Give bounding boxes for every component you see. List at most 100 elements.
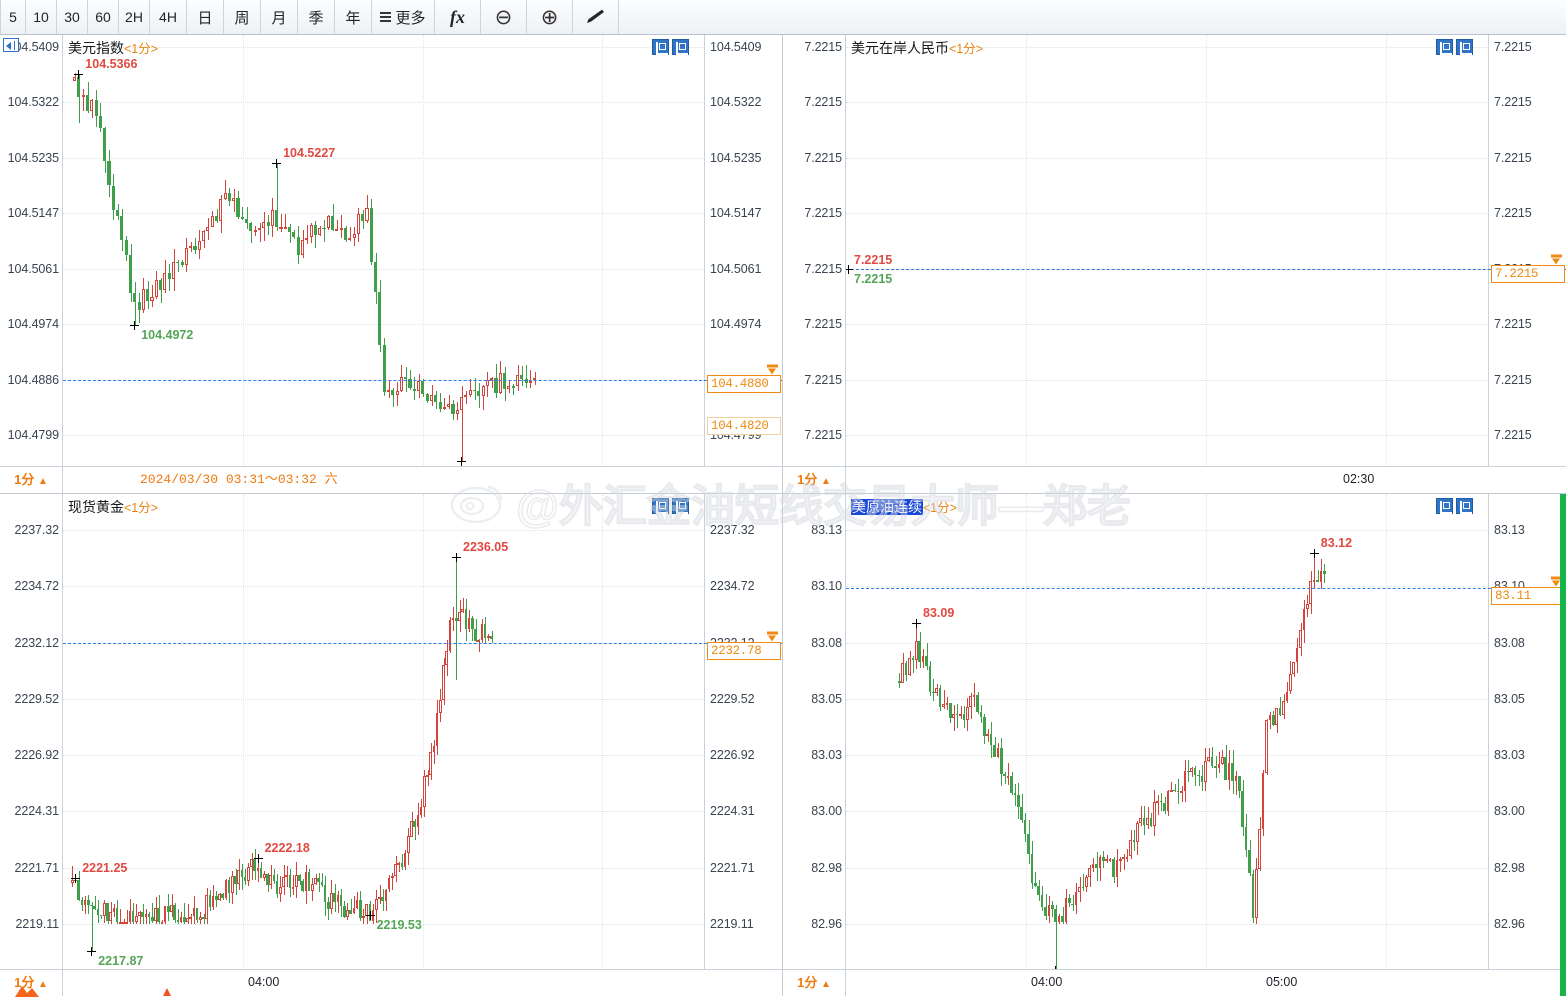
candle-body: [1017, 795, 1020, 808]
timeframe-30[interactable]: 30: [57, 0, 88, 34]
indicator-tool-icon[interactable]: [1456, 498, 1473, 514]
timeframe-quarter[interactable]: 季: [298, 0, 335, 34]
main-toolbar[interactable]: 5 10 30 60 2H 4H 日 周 月 季 年 更多 fx ⊖ ⊕: [0, 0, 1566, 35]
measure-tool-icon[interactable]: [1436, 498, 1453, 514]
candle-body: [176, 261, 180, 263]
candle-body: [362, 915, 365, 919]
candle-body: [952, 714, 955, 718]
candle-body: [98, 115, 102, 129]
grid-column: [242, 494, 244, 996]
candle-body: [170, 904, 173, 913]
candle-body: [1312, 579, 1316, 582]
candle-body: [375, 899, 378, 911]
candle-wick: [953, 704, 955, 731]
price-axis-right-usd-index[interactable]: 104.5409 104.5322 104.5235 104.5147 104.5061…: [704, 35, 782, 493]
chart-panel-usd-cnh[interactable]: 7.2215 7.2215 7.2215 7.2215 7.2215 7.2215 7.22…: [783, 35, 1566, 494]
candle-body: [1285, 691, 1289, 702]
price-tag[interactable]: 104.4880: [707, 374, 781, 393]
grid-column: [1026, 494, 1027, 996]
timeframe-year[interactable]: 年: [335, 0, 372, 34]
chart-tool-icons-us-crude-oil[interactable]: [1436, 498, 1476, 514]
price-axis-right-spot-gold[interactable]: 2237.322234.722232.122229.522226.922224.…: [704, 494, 782, 996]
candle-wick: [1157, 795, 1159, 815]
chart-panel-us-crude-oil[interactable]: 83.13 83.10 83.08 83.05 83.03 83.00 82.98 82.96…: [783, 494, 1566, 996]
price-tick-left: 104.5147: [7, 206, 59, 221]
formula-button[interactable]: fx: [435, 0, 481, 34]
timeframe-day[interactable]: 日: [187, 0, 224, 34]
price-tag[interactable]: 83.11: [1491, 586, 1565, 605]
candle-body: [326, 216, 330, 229]
crosshair-marker: [365, 910, 375, 920]
candle-body: [197, 240, 201, 250]
price-tag[interactable]: 104.4820: [707, 416, 781, 435]
candle-body: [115, 907, 119, 922]
chart-tool-icons-usd-index[interactable]: [652, 39, 692, 55]
candle-body: [429, 751, 432, 776]
candle-body: [472, 390, 477, 392]
price-tick-right: 7.2215: [1494, 428, 1532, 442]
indicator-tool-icon[interactable]: [672, 498, 689, 514]
candle-body: [969, 696, 972, 708]
chart-panel-spot-gold[interactable]: 2237.32 2234.72 2232.12 2229.52 2226.92 2224.…: [0, 494, 783, 997]
timeframe-60[interactable]: 60: [88, 0, 119, 34]
zoom-out-button[interactable]: ⊖: [481, 0, 527, 34]
candle-body: [1095, 863, 1098, 869]
candle-body: [1146, 818, 1149, 825]
price-axis-right-usd-cnh[interactable]: 7.2215 7.2215 7.2215 7.2215 7.2215 7.2215 7.22…: [1488, 35, 1566, 493]
candle-body: [298, 874, 301, 882]
candle-body: [1027, 833, 1030, 854]
zoom-out-icon: ⊖: [494, 5, 513, 29]
candle-body: [904, 663, 908, 676]
zoom-in-button[interactable]: ⊕: [527, 0, 573, 34]
plot-area-spot-gold[interactable]: 2236.05 2222.18 2221.25 2219.53 2217.87: [63, 494, 782, 996]
candle-body: [378, 292, 382, 346]
price-tag[interactable]: 2232.78: [707, 641, 781, 660]
candle-body: [447, 404, 451, 408]
candle-body: [1091, 863, 1095, 868]
measure-tool-icon[interactable]: [652, 39, 669, 55]
candle-body: [195, 907, 199, 920]
candle-body: [458, 612, 461, 621]
timeframe-month[interactable]: 月: [261, 0, 298, 34]
candle-body: [1323, 571, 1326, 575]
candle-body: [938, 687, 942, 707]
more-button[interactable]: 更多: [372, 0, 435, 34]
crosshair-marker: [846, 264, 853, 274]
indicator-tool-icon[interactable]: [672, 39, 689, 55]
candle-body: [480, 623, 484, 641]
indicator-tool-icon[interactable]: [1456, 39, 1473, 55]
chart-tool-icons-usd-cnh[interactable]: [1436, 39, 1476, 55]
candle-wick: [957, 704, 959, 728]
plot-area-usd-index[interactable]: 104.5366104.5227104.4972104.4758: [63, 35, 782, 493]
measure-tool-icon[interactable]: [1436, 39, 1453, 55]
candle-body: [205, 895, 208, 920]
plot-area-us-crude-oil[interactable]: 83.1283.0982.94: [846, 494, 1566, 996]
timeframe-10[interactable]: 10: [26, 0, 57, 34]
timeframe-2h[interactable]: 2H: [119, 0, 150, 34]
candle-body: [1006, 775, 1010, 778]
chart-tool-icons-spot-gold[interactable]: [652, 498, 692, 514]
price-axis-right-us-crude-oil[interactable]: 83.1383.1083.0883.0583.0383.0082.9882.96…: [1488, 494, 1566, 996]
candle-body: [103, 128, 107, 161]
timeframe-badge-usd-cnh[interactable]: 1分 ▲: [783, 467, 846, 493]
candle-body: [237, 870, 240, 885]
candle-body: [87, 899, 90, 905]
candle-body: [471, 618, 474, 629]
chart-panel-usd-index[interactable]: 104.5409 104.5322 104.5235 104.5147 104.5061…: [0, 35, 783, 494]
timeframe-week[interactable]: 周: [224, 0, 261, 34]
price-tick-left: 104.4974: [7, 317, 59, 332]
time-axis-usd-index: 1分 ▲ 2024/03/30 03:31～03:32 六: [0, 466, 782, 493]
collapse-panel-icon[interactable]: [3, 38, 19, 52]
plot-area-usd-cnh[interactable]: 7.2215 7.2215: [846, 35, 1566, 493]
candle-body: [407, 836, 410, 853]
draw-tool-button[interactable]: [573, 0, 619, 34]
price-tag[interactable]: 7.2215: [1491, 264, 1565, 283]
timeframe-badge-usd-index[interactable]: 1分 ▲: [0, 467, 63, 493]
timeframe-4h[interactable]: 4H: [150, 0, 187, 34]
measure-tool-icon[interactable]: [652, 498, 669, 514]
candle-body: [949, 702, 952, 718]
candle-wick: [1181, 785, 1183, 803]
timeframe-5[interactable]: 5: [0, 0, 26, 34]
candle-body: [1251, 873, 1255, 918]
timeframe-badge-us-crude-oil[interactable]: 1分 ▲: [783, 970, 846, 996]
